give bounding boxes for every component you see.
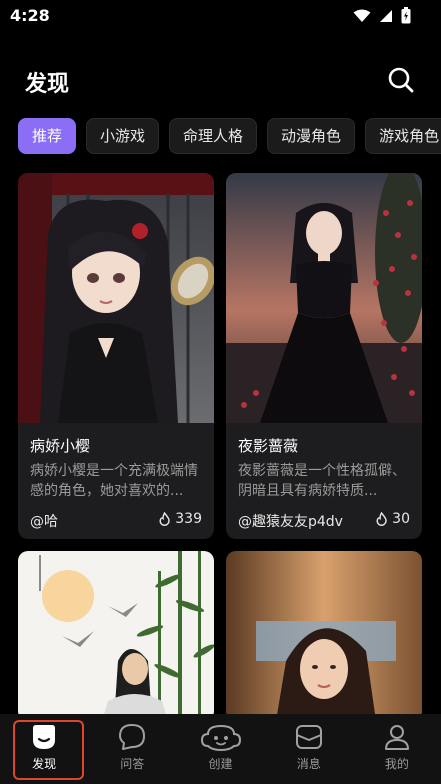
character-card[interactable]: 病娇小樱 病娇小樱是一个充满极端情感的角色，她对喜欢的... @哈 339 — [18, 173, 214, 539]
flame-icon — [159, 512, 170, 526]
character-image — [18, 173, 214, 423]
character-card[interactable] — [18, 551, 214, 721]
nav-label: 发现 — [32, 757, 57, 771]
tab-recommend[interactable]: 推荐 — [18, 118, 77, 154]
message-icon — [295, 725, 322, 749]
nav-create[interactable]: 创建 — [176, 714, 264, 784]
tab-game-characters[interactable]: 游戏角色 — [365, 118, 441, 154]
likes-count: 30 — [392, 511, 410, 527]
nav-discover[interactable]: 发现 — [0, 714, 88, 784]
header: 发现 — [0, 62, 441, 102]
card-author: @趣猿友友p4dv — [238, 514, 343, 530]
tab-anime-characters[interactable]: 动漫角色 — [267, 118, 356, 154]
nav-label: 问答 — [120, 757, 145, 771]
create-icon — [200, 724, 241, 752]
nav-messages[interactable]: 消息 — [265, 714, 353, 784]
nav-qa[interactable]: 问答 — [88, 714, 176, 784]
character-card[interactable]: 夜影蔷薇 夜影蔷薇是一个性格孤僻、阴暗且具有病娇特质... @趣猿友友p4dv … — [226, 173, 422, 539]
character-card[interactable] — [226, 551, 422, 721]
category-tabs: 推荐 小游戏 命理人格 动漫角色 游戏角色 — [18, 118, 441, 154]
discover-icon — [33, 725, 56, 749]
character-image — [18, 551, 214, 721]
search-icon[interactable] — [387, 66, 415, 94]
tab-mini-games[interactable]: 小游戏 — [86, 118, 160, 154]
bottom-nav: 发现 问答 创建 消息 我的 — [0, 714, 441, 784]
battery-icon — [401, 7, 411, 24]
likes-count: 339 — [175, 511, 202, 527]
card-description: 夜影蔷薇是一个性格孤僻、阴暗且具有病娇特质... — [238, 463, 406, 499]
profile-icon — [384, 725, 409, 750]
status-icons — [353, 7, 411, 24]
nav-label: 消息 — [296, 757, 321, 771]
chat-bubble-icon — [119, 724, 146, 750]
card-title: 夜影蔷薇 — [238, 437, 299, 455]
wifi-icon — [353, 9, 371, 22]
status-time: 4:28 — [10, 6, 50, 25]
card-description: 病娇小樱是一个充满极端情感的角色，她对喜欢的... — [30, 463, 198, 499]
nav-label: 我的 — [384, 757, 409, 771]
nav-label: 创建 — [208, 757, 233, 771]
page-title: 发现 — [25, 72, 70, 97]
flame-icon — [376, 512, 387, 526]
character-image — [226, 173, 422, 423]
tab-fortune-personality[interactable]: 命理人格 — [169, 118, 258, 154]
card-likes: 30 — [375, 511, 410, 527]
card-author: @哈 — [30, 514, 58, 530]
status-bar: 4:28 — [0, 0, 441, 32]
signal-icon — [380, 9, 392, 22]
character-image — [226, 551, 422, 721]
card-likes: 339 — [158, 511, 202, 527]
card-title: 病娇小樱 — [30, 437, 91, 455]
nav-profile[interactable]: 我的 — [353, 714, 441, 784]
